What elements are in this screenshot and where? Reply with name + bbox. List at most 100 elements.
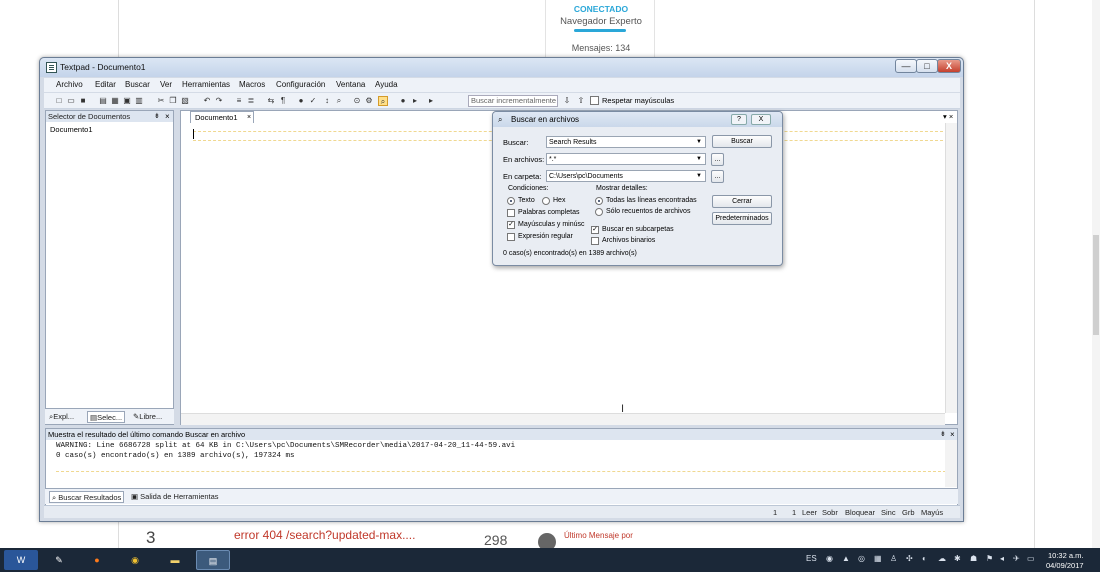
spellcheck-icon[interactable]: ✓ [308,96,318,106]
tray-app-icon[interactable]: ☗ [970,554,977,563]
all-lines-radio[interactable] [595,197,603,205]
indent-icon[interactable]: ≡ [234,96,244,106]
word-app-icon[interactable]: W [4,550,38,570]
search-up-icon[interactable]: ⇧ [576,96,586,106]
replace-icon[interactable]: ⚙ [364,96,374,106]
dialog-close-button[interactable]: X [751,114,771,125]
clock-time[interactable]: 10:32 a.m. [1048,551,1083,560]
copy-icon[interactable]: ❐ [168,96,178,106]
tab-selector[interactable]: ▤Selec... [87,411,126,423]
hex-radio[interactable] [542,197,550,205]
tray-app-icon[interactable]: ☁ [938,554,946,563]
output-line[interactable]: 0 caso(s) encontrado(s) en 1389 archivo(… [56,452,295,460]
output-line[interactable]: WARNING: Line 6686728 split at 64 KB in … [56,442,515,450]
globe-icon[interactable]: ● [296,96,306,106]
chevron-down-icon[interactable]: ▼ [696,171,702,182]
match-case-checkbox[interactable] [590,96,599,105]
search-combo[interactable]: Search Results ▼ [546,136,706,148]
play-forward-icon[interactable]: ▸ [426,96,436,106]
word-wrap-icon[interactable]: ⇆ [266,96,276,106]
menu-configuracion[interactable]: Configuración [276,80,325,89]
menu-macros[interactable]: Macros [239,80,265,89]
language-indicator[interactable]: ES [806,554,817,563]
chevron-down-icon[interactable]: ▼ [696,137,702,148]
tab-tool-output[interactable]: ▣ Salida de Herramientas [129,491,221,503]
redo-icon[interactable]: ↷ [214,96,224,106]
chevron-down-icon[interactable]: ▼ [696,154,702,165]
tab-clip-library[interactable]: ✎Libre... [131,411,165,423]
editor-vertical-scrollbar[interactable] [945,123,957,413]
paste-icon[interactable]: ▧ [180,96,190,106]
document-list-item[interactable]: Documento1 [50,125,93,134]
play-macro-icon[interactable]: ▸ [410,96,420,106]
status-caps[interactable]: Mayús [921,508,943,517]
incremental-search-input[interactable]: Buscar incrementalmente [468,95,558,107]
counts-only-radio[interactable] [595,208,603,216]
help-button[interactable]: ? [731,114,747,125]
browser-scrollbar-thumb[interactable] [1093,235,1099,335]
tray-app-icon[interactable]: ▦ [874,554,882,563]
textpad-taskbar-icon[interactable]: ▤ [196,550,230,570]
browse-folder-button[interactable]: ... [711,170,724,183]
print-preview-icon[interactable]: ▣ [122,96,132,106]
status-sync[interactable]: Sinc [881,508,896,517]
editor-horizontal-scrollbar[interactable] [181,413,945,425]
maximize-button[interactable]: □ [916,59,938,73]
notifications-icon[interactable]: ▭ [1027,554,1035,563]
tray-app-icon[interactable]: ✱ [954,554,961,563]
open-folder-icon[interactable]: ▭ [66,96,76,106]
match-case-checkbox[interactable]: ✓ [507,221,515,229]
menu-ver[interactable]: Ver [160,80,172,89]
search-button[interactable]: Buscar [712,135,772,148]
close-icon[interactable]: × [165,111,170,122]
menu-editar[interactable]: Editar [95,80,116,89]
pilcrow-icon[interactable]: ¶ [278,96,288,106]
files-combo[interactable]: *.* ▼ [546,153,706,165]
save-all-icon[interactable]: ▤ [98,96,108,106]
clock-date[interactable]: 04/09/2017 [1046,561,1084,570]
chrome-app-icon[interactable]: ◉ [118,550,152,570]
undo-icon[interactable]: ↶ [202,96,212,106]
thread-last-message[interactable]: Último Mensaje por [564,531,633,540]
tab-explorer[interactable]: ⌕Expl... [47,411,77,423]
status-overwrite[interactable]: Sobr [822,508,838,517]
tray-app-icon[interactable]: ♙ [890,554,897,563]
tray-app-icon[interactable]: ✣ [906,554,913,563]
whole-words-checkbox[interactable] [507,209,515,217]
menu-ayuda[interactable]: Ayuda [375,80,398,89]
tab-close-icon[interactable]: × [247,112,251,124]
volume-icon[interactable]: ◂ [1000,554,1004,563]
find-icon[interactable]: ⌕ [334,96,344,106]
menu-herramientas[interactable]: Herramientas [182,80,230,89]
regex-checkbox[interactable] [507,233,515,241]
flag-icon[interactable]: ⚑ [986,554,993,563]
tray-chrome-icon[interactable]: ◉ [826,554,833,563]
close-button[interactable]: Cerrar [712,195,772,208]
new-file-icon[interactable]: □ [54,96,64,106]
close-icon[interactable]: × [950,429,955,440]
defaults-button[interactable]: Predeterminados [712,212,772,225]
search-down-icon[interactable]: ⇩ [562,96,572,106]
tray-app-icon[interactable]: ◎ [858,554,865,563]
tab-search-results[interactable]: ⌕ Buscar Resultados [49,491,125,503]
close-window-button[interactable]: X [937,59,961,73]
status-record[interactable]: Grb [902,508,915,517]
firefox-app-icon[interactable]: ● [80,550,114,570]
record-macro-icon[interactable]: ● [398,96,408,106]
save-icon[interactable]: ■ [78,96,88,106]
outdent-icon[interactable]: ≣ [246,96,256,106]
status-read[interactable]: Leer [802,508,817,517]
status-block[interactable]: Bloquear [845,508,875,517]
binary-files-checkbox[interactable] [591,237,599,245]
tray-app-icon[interactable]: ◐ [922,554,927,563]
menu-ventana[interactable]: Ventana [336,80,365,89]
find-next-icon[interactable]: ⊙ [352,96,362,106]
text-radio[interactable] [507,197,515,205]
tray-app-icon[interactable]: ▲ [842,554,850,563]
pin-icon[interactable]: ⇟ [154,111,160,122]
find-in-files-icon[interactable]: ⌕ [378,96,388,106]
window-titlebar[interactable]: Textpad - Documento1 — □ X [40,58,963,77]
menu-archivo[interactable]: Archivo [56,80,83,89]
menu-buscar[interactable]: Buscar [125,80,150,89]
network-icon[interactable]: ✈ [1013,554,1020,563]
